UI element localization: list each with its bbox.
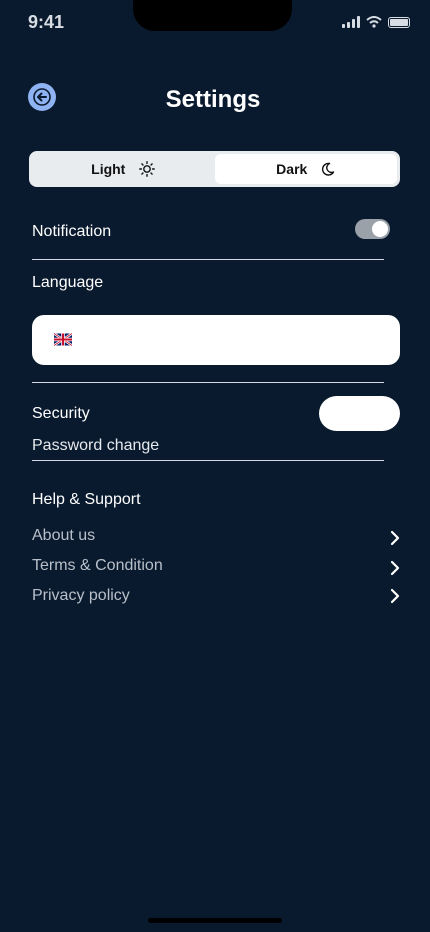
toggle-knob: [372, 221, 388, 237]
notification-toggle[interactable]: [355, 219, 390, 239]
device-notch: [133, 0, 292, 31]
chevron-right-icon[interactable]: [388, 560, 402, 576]
battery-icon: [388, 16, 410, 28]
chevron-right-icon[interactable]: [388, 588, 402, 604]
theme-light-label: Light: [91, 161, 126, 177]
sun-icon: [139, 161, 156, 177]
moon-icon: [322, 162, 335, 176]
signal-icon: [342, 16, 360, 28]
theme-dark-label: Dark: [276, 161, 308, 177]
help-item-terms[interactable]: Terms & Condition: [32, 557, 163, 575]
help-support-heading: Help & Support: [32, 491, 141, 508]
status-time: 9:41: [28, 12, 65, 32]
theme-dark-option[interactable]: Dark: [214, 154, 397, 184]
security-action-button[interactable]: [319, 396, 400, 431]
divider: [32, 460, 384, 461]
notification-label: Notification: [32, 223, 112, 240]
theme-switch: Light Dark: [29, 151, 400, 187]
language-select[interactable]: [32, 315, 400, 365]
theme-light-option[interactable]: Light: [32, 154, 215, 184]
divider: [32, 382, 384, 383]
divider: [32, 259, 384, 260]
wifi-icon: [366, 16, 382, 28]
help-item-privacy[interactable]: Privacy policy: [32, 587, 130, 605]
security-label: Security: [32, 405, 90, 422]
page-title: Settings: [165, 86, 261, 113]
home-indicator: [148, 918, 282, 923]
password-change-link[interactable]: Password change: [32, 437, 159, 455]
help-item-about-us[interactable]: About us: [32, 527, 95, 545]
chevron-right-icon[interactable]: [388, 530, 402, 546]
status-icons: [342, 16, 410, 28]
language-label: Language: [32, 274, 104, 291]
uk-flag-icon: [54, 333, 72, 346]
